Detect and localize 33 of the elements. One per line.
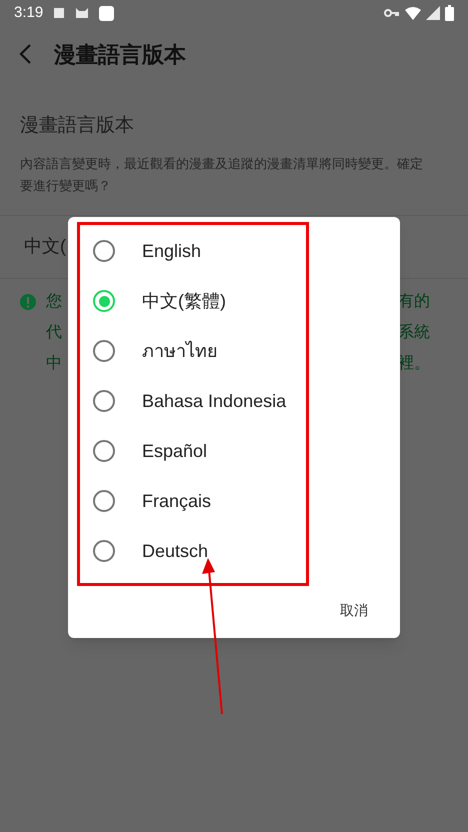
wifi-icon — [405, 6, 421, 20]
language-option[interactable]: English — [68, 226, 400, 276]
section-description: 內容語言變更時，最近觀看的漫畫及追蹤的漫畫清單將同時變更。確定要進行變更嗎？ — [20, 154, 424, 194]
radio-button[interactable] — [93, 540, 115, 562]
radio-button[interactable] — [93, 440, 115, 462]
battery-icon — [445, 5, 454, 21]
back-icon[interactable] — [18, 43, 32, 65]
alert-icon — [20, 294, 36, 310]
notice-text: 有的 — [398, 292, 430, 312]
notice-text: 系統 — [398, 322, 430, 343]
language-option[interactable]: ภาษาไทย — [68, 326, 400, 376]
status-time: 3:19 — [14, 2, 44, 23]
language-option[interactable]: Español — [68, 426, 400, 476]
radio-button[interactable] — [93, 390, 115, 412]
radio-button[interactable] — [93, 340, 115, 362]
key-icon — [384, 8, 400, 18]
signal-icon — [426, 6, 440, 20]
notice-text: 您 — [46, 292, 62, 312]
language-option[interactable]: 中文(繁體) — [68, 276, 400, 326]
radio-button[interactable] — [93, 290, 115, 312]
language-option[interactable]: Bahasa Indonesia — [68, 376, 400, 426]
current-language: 中文( — [24, 235, 66, 258]
notice-text: 中 — [46, 354, 62, 374]
notice-text: 代 — [46, 323, 62, 343]
cancel-button[interactable]: 取消 — [338, 596, 370, 625]
notice-text: 裡。 — [398, 354, 430, 374]
section-title: 漫畫語言版本 — [20, 114, 135, 138]
radio-button[interactable] — [93, 240, 115, 262]
notification-icon — [53, 7, 66, 19]
language-option[interactable]: Français — [68, 476, 400, 526]
square-icon — [99, 6, 114, 20]
radio-button[interactable] — [93, 490, 115, 512]
page-title: 漫畫語言版本 — [54, 40, 186, 68]
